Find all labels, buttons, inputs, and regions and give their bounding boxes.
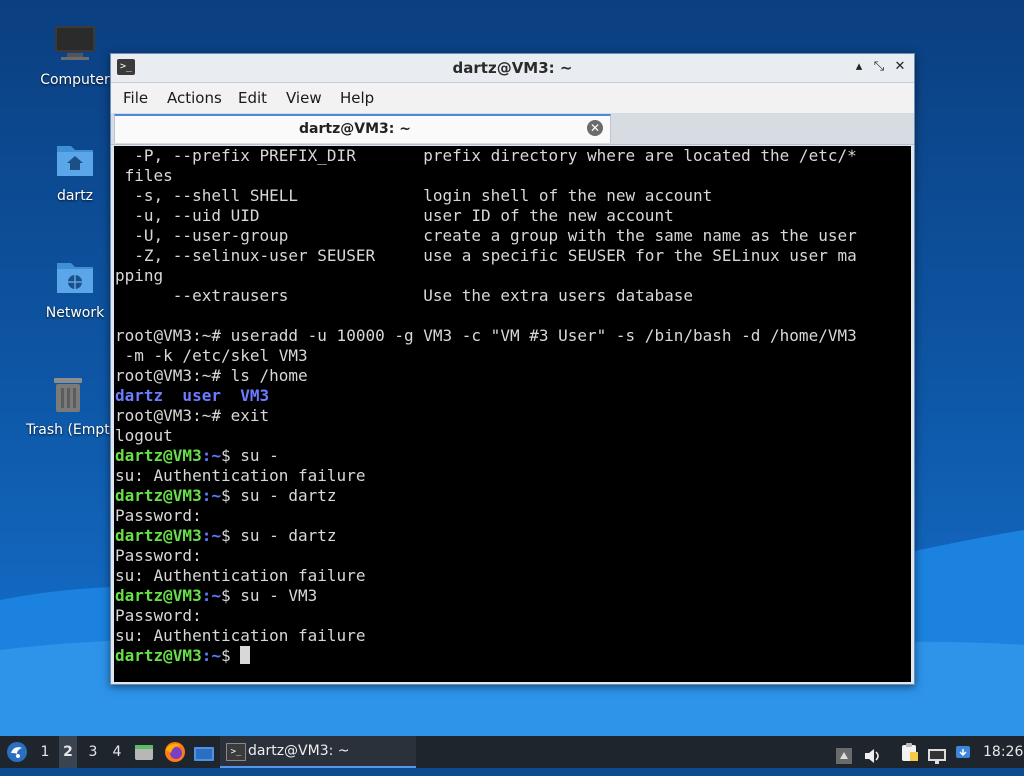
terminal-line: -s, --shell SHELL login shell of the new… — [115, 186, 713, 205]
terminal-icon: >_ — [226, 743, 246, 761]
terminal-line: -m -k /etc/skel VM3 — [115, 346, 308, 365]
window-title: dartz@VM3: ~ — [452, 59, 573, 77]
terminal-cursor — [240, 646, 251, 664]
tab-terminal[interactable]: dartz@VM3: ~ ✕ — [114, 114, 611, 143]
terminal-line: -P, --prefix PREFIX_DIR prefix directory… — [115, 146, 857, 165]
tab-label: dartz@VM3: ~ — [299, 121, 411, 137]
terminal-text: -P, --prefix PREFIX_DIR prefix directory… — [114, 146, 911, 666]
menu-file[interactable]: File — [123, 89, 148, 107]
clock[interactable]: 18:26 — [983, 736, 1023, 768]
minimize-button[interactable]: ▴ — [851, 59, 867, 75]
terminal-line: --extrausers Use the extra users databas… — [115, 286, 693, 305]
terminal-line: su: Authentication failure — [115, 566, 366, 585]
window-titlebar[interactable]: >_ dartz@VM3: ~ ▴ ⤡ ✕ — [111, 54, 914, 83]
terminal-line: -U, --user-group create a group with the… — [115, 226, 857, 245]
workspace-1[interactable]: 1 — [36, 736, 54, 768]
tab-close-icon[interactable]: ✕ — [587, 120, 603, 136]
trash-icon — [46, 372, 90, 416]
taskbar: 1 2 3 4 >_ dartz@VM3: ~ 18:26 — [0, 736, 1024, 768]
terminal-line: root@VM3:~# useradd -u 10000 -g VM3 -c "… — [115, 326, 857, 345]
desktop-icon-computer[interactable]: Computer — [32, 22, 118, 88]
desktop-icon-label: dartz — [56, 188, 94, 204]
terminal-line: pping — [115, 266, 164, 285]
terminal-line: -Z, --selinux-user SEUSER use a specific… — [115, 246, 857, 265]
terminal-line: su: Authentication failure — [115, 466, 366, 485]
desktop-icon-home[interactable]: dartz — [32, 138, 118, 204]
menu-actions[interactable]: Actions — [167, 89, 222, 107]
close-button[interactable]: ✕ — [892, 59, 908, 75]
terminal-line: files — [115, 166, 173, 185]
menu-edit[interactable]: Edit — [238, 89, 267, 107]
desktop-icon-label: Computer — [40, 72, 110, 88]
desktop-icon-label: Network — [45, 305, 105, 321]
terminal-line: root@VM3:~# ls /home — [115, 366, 308, 385]
network-folder-icon — [53, 255, 97, 299]
menu-bar: File Actions Edit View Help — [111, 83, 914, 113]
terminal-line: root@VM3:~# exit — [115, 406, 270, 425]
terminal-line: su: Authentication failure — [115, 626, 366, 645]
home-folder-icon — [53, 138, 97, 182]
keyboard-layout-icon[interactable] — [836, 744, 852, 764]
terminal-line: dartz@VM3:~$ — [115, 646, 251, 665]
desktop-icon-network[interactable]: Network — [32, 255, 118, 321]
terminal-line: dartz@VM3:~$ su - dartz — [115, 486, 337, 505]
workspace-4[interactable]: 4 — [108, 736, 126, 768]
terminal-line: logout — [115, 426, 173, 445]
update-notifier-icon[interactable] — [954, 742, 972, 760]
terminal-line: Password: — [115, 506, 202, 525]
terminal-line: -u, --uid UID user ID of the new account — [115, 206, 674, 225]
terminal-line: Password: — [115, 546, 202, 565]
file-manager-icon[interactable] — [134, 742, 154, 762]
workspace-2[interactable]: 2 — [59, 736, 77, 768]
workspace-3[interactable]: 3 — [84, 736, 102, 768]
terminal-line: dartz@VM3:~$ su - dartz — [115, 526, 337, 545]
computer-icon — [53, 22, 97, 66]
desktop-icon-label: Trash (Empty) — [26, 422, 110, 438]
start-menu-icon[interactable] — [6, 741, 28, 763]
terminal-line: Password: — [115, 606, 202, 625]
terminal-line: dartz user VM3 — [115, 386, 270, 405]
clipboard-icon[interactable] — [900, 742, 918, 762]
taskbar-terminal-button[interactable]: >_ dartz@VM3: ~ — [220, 736, 416, 768]
terminal-line: dartz@VM3:~$ su - VM3 — [115, 586, 318, 605]
maximize-button[interactable]: ⤡ — [871, 59, 887, 75]
volume-icon[interactable] — [864, 744, 882, 763]
menu-view[interactable]: View — [286, 89, 322, 107]
terminal-line: dartz@VM3:~$ su - — [115, 446, 279, 465]
terminal-window[interactable]: >_ dartz@VM3: ~ ▴ ⤡ ✕ File Actions Edit … — [110, 53, 915, 685]
firefox-icon[interactable] — [164, 741, 186, 763]
terminal-output[interactable]: -P, --prefix PREFIX_DIR prefix directory… — [114, 146, 911, 682]
taskbar-terminal-label: dartz@VM3: ~ — [248, 743, 350, 759]
network-status-icon[interactable] — [927, 744, 947, 764]
tab-bar: dartz@VM3: ~ ✕ — [111, 113, 914, 145]
show-desktop-icon[interactable] — [193, 743, 215, 761]
desktop-icon-trash[interactable]: Trash (Empty) — [26, 372, 110, 438]
menu-help[interactable]: Help — [340, 89, 374, 107]
